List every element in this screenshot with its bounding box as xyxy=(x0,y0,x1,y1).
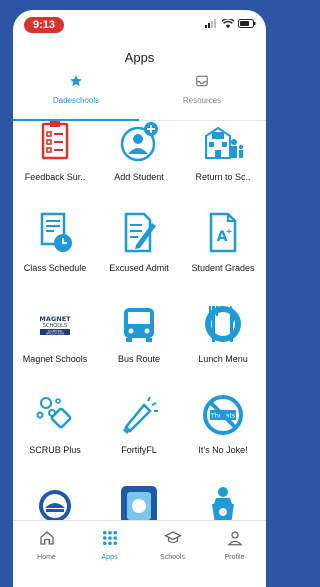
document-pen-icon xyxy=(124,212,156,253)
utensils-icon xyxy=(205,306,241,342)
clipboard-icon xyxy=(41,121,69,160)
schedule-icon xyxy=(40,212,72,252)
app-label: Feedback Sur.. xyxy=(24,172,86,182)
megaphone-icon xyxy=(122,396,158,435)
app-label: Student Grades xyxy=(191,263,255,273)
app-label: SCRUB Plus xyxy=(29,445,81,455)
svg-text:SCHOOLS: SCHOOLS xyxy=(43,323,67,329)
add-user-icon xyxy=(120,122,158,162)
grade-document-icon: A + xyxy=(209,212,237,253)
phone-screen: 9:13 Apps Dadeschools Resources Feedback… xyxy=(13,10,266,587)
star-icon xyxy=(70,75,82,87)
nav-home[interactable]: Home xyxy=(15,529,78,561)
no-threats-icon: Threats xyxy=(203,395,243,435)
app-label: Return to Sc.. xyxy=(195,172,251,182)
tab-resources[interactable]: Resources xyxy=(139,74,265,120)
app-label: It's No Joke! xyxy=(198,445,248,455)
nav-profile[interactable]: Profile xyxy=(203,529,266,561)
app-label: Add Student xyxy=(114,172,164,182)
bubbles-icon xyxy=(36,397,72,429)
status-bar: 9:13 xyxy=(13,10,266,40)
bus-icon xyxy=(124,308,154,342)
nav-label: Profile xyxy=(224,554,245,561)
app-label: Excused Admit xyxy=(109,263,169,273)
app-tile[interactable]: Threats It's No Joke! xyxy=(181,393,265,463)
battery-icon xyxy=(238,19,256,28)
app-tile[interactable]: Bus Route xyxy=(97,302,181,372)
app-label: Class Schedule xyxy=(23,263,87,273)
nav-label: Apps xyxy=(101,554,118,561)
app-tile[interactable]: A + Student Grades xyxy=(181,211,265,281)
tab-dadeschools[interactable]: Dadeschools xyxy=(13,74,139,121)
app-tile[interactable]: Add Student xyxy=(97,120,181,190)
profile-icon xyxy=(226,531,243,546)
app-tile[interactable]: Excused Admit xyxy=(97,211,181,281)
grid-icon xyxy=(102,530,117,546)
app-label: Bus Route xyxy=(117,354,161,364)
nav-schools[interactable]: Schools xyxy=(141,529,204,561)
svg-text:+: + xyxy=(226,227,233,236)
tab-label: Resources xyxy=(182,96,222,105)
app-tile[interactable]: FortifyFL xyxy=(97,393,181,463)
wifi-icon xyxy=(222,19,234,28)
app-tile[interactable]: Return to Sc.. xyxy=(181,120,265,190)
inbox-icon xyxy=(196,75,208,87)
graduation-cap-icon xyxy=(163,531,182,544)
nav-label: Schools xyxy=(160,554,185,561)
page-header: Apps Dadeschools Resources xyxy=(13,40,266,121)
home-icon xyxy=(39,531,54,545)
nav-label: Home xyxy=(37,554,56,561)
app-tile[interactable]: SCRUB Plus xyxy=(13,393,97,463)
app-tile[interactable]: MAGNET SCHOOLS ACCEPTING APPLICATIONS Ma… xyxy=(13,302,97,372)
app-tile[interactable]: Lunch Menu xyxy=(181,302,265,372)
app-tile[interactable]: Feedback Sur.. xyxy=(13,120,97,190)
app-label: Magnet Schools xyxy=(22,354,88,364)
page-title: Apps xyxy=(124,50,155,65)
bottom-nav: Home Apps Schools Profile xyxy=(13,520,266,587)
app-label: FortifyFL xyxy=(121,445,157,455)
tab-label: Dadeschools xyxy=(52,96,100,105)
status-time: 9:13 xyxy=(24,17,64,33)
school-family-icon xyxy=(205,126,244,159)
signal-icon xyxy=(205,19,216,28)
magnet-schools-logo: MAGNET SCHOOLS ACCEPTING APPLICATIONS xyxy=(36,312,74,336)
app-label: Lunch Menu xyxy=(198,354,248,364)
app-tile[interactable]: Class Schedule xyxy=(13,211,97,281)
nav-apps[interactable]: Apps xyxy=(78,529,141,561)
status-icons xyxy=(205,19,256,28)
svg-text:APPLICATIONS: APPLICATIONS xyxy=(46,332,65,336)
svg-text:MAGNET: MAGNET xyxy=(39,315,71,323)
